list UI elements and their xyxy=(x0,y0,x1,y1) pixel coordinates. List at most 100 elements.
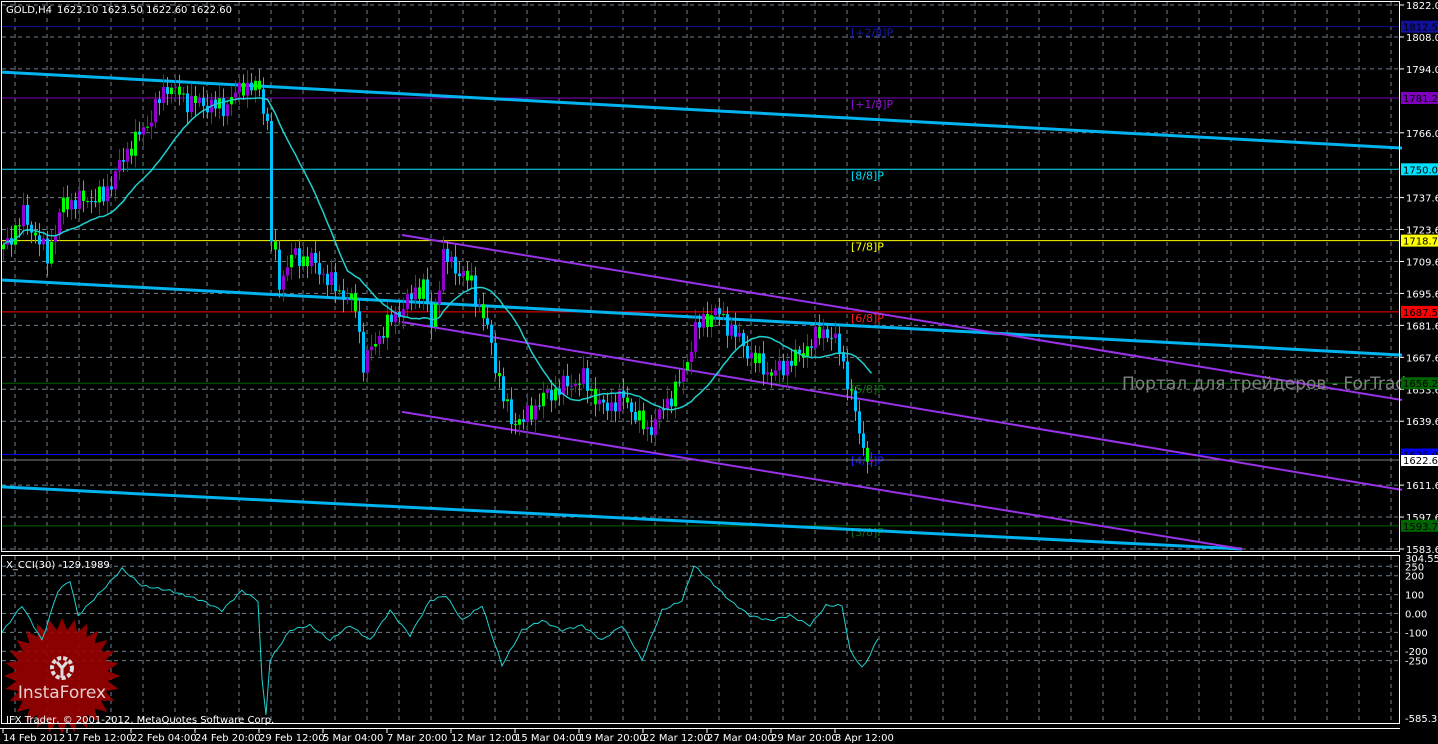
candle-body xyxy=(642,410,645,430)
candle-body xyxy=(554,388,557,401)
current-price-text: 1622.60 xyxy=(1403,456,1438,467)
cci-panel-frame xyxy=(1,555,1400,724)
candle-body xyxy=(382,335,385,338)
candle-body xyxy=(286,267,289,276)
candle-body xyxy=(458,273,461,277)
candle-body xyxy=(442,248,445,291)
candle-body xyxy=(18,225,21,227)
candle-body xyxy=(258,80,261,90)
candle-body xyxy=(146,126,149,128)
price-tick-label: 1737.60 xyxy=(1406,194,1438,205)
candle-body xyxy=(674,381,677,407)
candle-body xyxy=(154,99,157,123)
candle-body xyxy=(182,93,185,95)
candle-body xyxy=(250,82,253,91)
price-tag-text: 1687.50 xyxy=(1403,308,1438,319)
candle-body xyxy=(106,186,109,202)
time-label: 22 Feb 04:00 xyxy=(131,733,197,744)
candle-body xyxy=(538,405,541,407)
time-label: 24 Feb 20:00 xyxy=(195,733,261,744)
candle-body xyxy=(138,131,141,135)
candle-body xyxy=(670,398,673,407)
candle-body xyxy=(14,225,17,245)
candle-body xyxy=(850,389,853,391)
candle-body xyxy=(174,86,177,88)
cci-tick-label: 0.00 xyxy=(1405,609,1427,620)
candle-body xyxy=(678,381,681,383)
time-label: 15 Mar 04:00 xyxy=(515,733,582,744)
candle-body xyxy=(750,352,753,359)
copyright: IFX Trader, © 2001-2012, MetaQuotes Soft… xyxy=(6,715,274,726)
candle-body xyxy=(822,329,825,339)
candle-body xyxy=(246,82,249,96)
candle-body xyxy=(786,360,789,376)
candle-body xyxy=(302,256,305,267)
time-label: 17 Feb 12:00 xyxy=(67,733,133,744)
candle-body xyxy=(358,311,361,332)
candle-body xyxy=(510,399,513,425)
candle-body xyxy=(774,370,777,376)
candle-body xyxy=(602,399,605,403)
candle-body xyxy=(682,370,685,382)
candle-body xyxy=(710,315,713,327)
candle-body xyxy=(566,375,569,387)
candle-body xyxy=(58,212,61,235)
candle-body xyxy=(470,275,473,281)
candle-body xyxy=(430,304,433,327)
candle-body xyxy=(630,402,633,412)
candle-body xyxy=(186,93,189,113)
candle-body xyxy=(606,402,609,411)
chart-canvas[interactable]: [+2/8]P[+1/8]P[8/8]P[7/8]P[6/8]P[5/8]P[4… xyxy=(0,0,1438,744)
candle-body xyxy=(90,200,93,202)
candle-body xyxy=(790,360,793,366)
candle-body xyxy=(594,389,597,405)
candle-body xyxy=(134,131,137,156)
time-label: 19 Mar 20:00 xyxy=(579,733,646,744)
candle-body xyxy=(722,314,725,316)
price-tag-text: 1750.00 xyxy=(1403,165,1438,176)
candle-body xyxy=(390,314,393,323)
price-tick-label: 1667.60 xyxy=(1406,353,1438,364)
candle-body xyxy=(414,287,417,300)
candle-body xyxy=(486,318,489,325)
cci-tick-label: -250 xyxy=(1405,657,1428,668)
candle-body xyxy=(102,186,105,202)
cci-tick-label: -100 xyxy=(1405,628,1428,639)
candle-body xyxy=(234,92,237,98)
candle-body xyxy=(610,402,613,411)
candle-body xyxy=(690,351,693,363)
candle-body xyxy=(438,290,441,304)
candle-body xyxy=(614,402,617,412)
candle-body xyxy=(126,148,129,162)
candle-body xyxy=(730,324,733,336)
time-label: 3 Apr 12:00 xyxy=(835,733,894,744)
candle-body xyxy=(166,87,169,95)
time-label: 29 Feb 12:00 xyxy=(259,733,325,744)
candle-body xyxy=(778,360,781,371)
candle-body xyxy=(754,352,757,364)
candle-body xyxy=(326,273,329,285)
candle-body xyxy=(162,87,165,104)
candle-body xyxy=(498,372,501,377)
candle-body xyxy=(698,322,701,328)
candle-body xyxy=(350,293,353,300)
candle-body xyxy=(590,389,593,391)
candle-body xyxy=(466,270,469,281)
candle-body xyxy=(582,368,585,385)
price-tick-label: 1639.60 xyxy=(1406,417,1438,428)
candle-body xyxy=(330,272,333,285)
time-label: 22 Mar 12:00 xyxy=(643,733,710,744)
candle-body xyxy=(654,419,657,436)
symbol-label: GOLD,H4 xyxy=(6,5,52,16)
candle-body xyxy=(714,308,717,316)
candle-body xyxy=(30,224,33,233)
candle-body xyxy=(666,398,669,410)
candle-body xyxy=(178,86,181,95)
candle-body xyxy=(342,290,345,300)
candle-body xyxy=(478,304,481,306)
price-tag-text: 1718.75 xyxy=(1403,237,1438,248)
candle-body xyxy=(98,186,101,203)
candle-body xyxy=(846,361,849,390)
price-tick-label: 1766.00 xyxy=(1406,129,1438,140)
candle-body xyxy=(646,427,649,430)
